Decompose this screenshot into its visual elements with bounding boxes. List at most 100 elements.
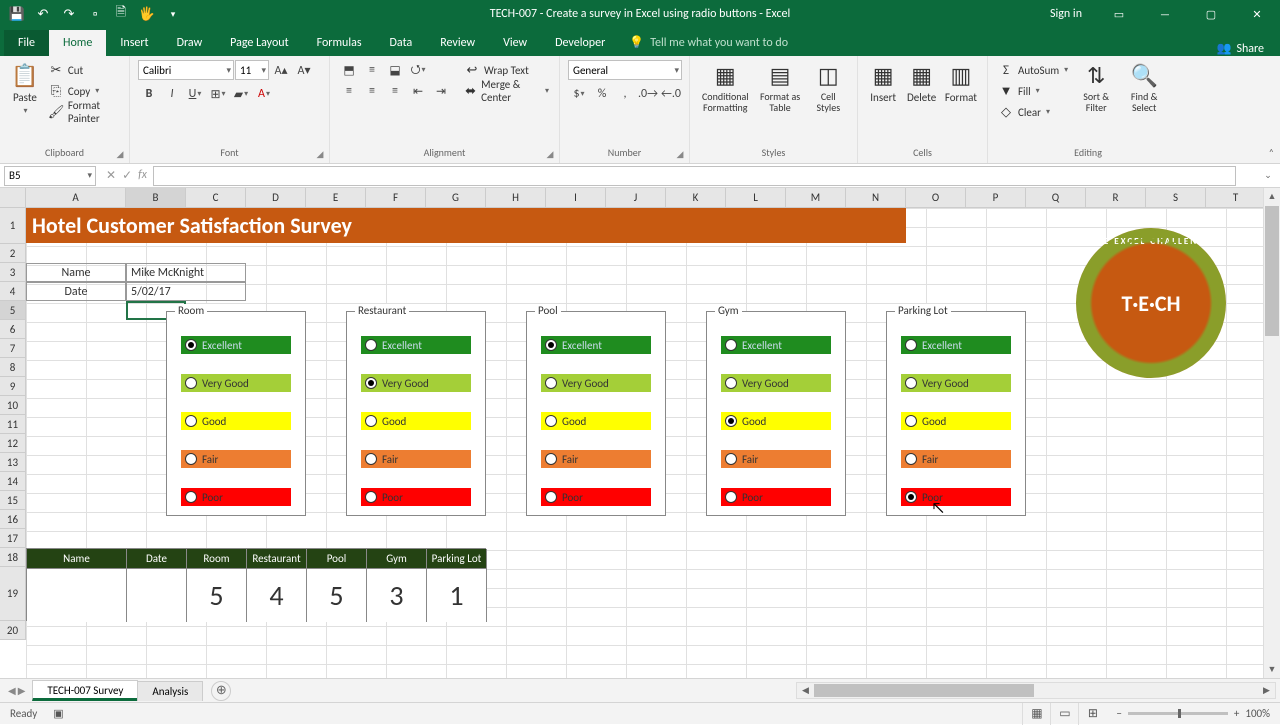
zoom-control[interactable]: − + 100% xyxy=(1106,707,1280,720)
results-value[interactable]: 3 xyxy=(367,568,427,622)
results-value[interactable]: 5 xyxy=(187,568,247,622)
worksheet-grid[interactable]: ABCDEFGHIJKLMNOPQRST 1234567891011121314… xyxy=(0,188,1280,678)
enter-formula-icon[interactable]: ✓ xyxy=(122,168,132,183)
row-header-9[interactable]: 9 xyxy=(0,377,26,396)
radio-fair[interactable]: Fair xyxy=(181,450,291,468)
vertical-scrollbar[interactable]: ▲ ▼ xyxy=(1263,188,1280,678)
scroll-right-icon[interactable]: ▶ xyxy=(1258,685,1275,696)
tab-view[interactable]: View xyxy=(489,30,541,56)
sheet-tab-analysis[interactable]: Analysis xyxy=(137,681,203,701)
find-select-button[interactable]: 🔍Find & Select xyxy=(1122,60,1166,115)
page-break-view-button[interactable]: ⊞ xyxy=(1078,703,1106,725)
column-header-P[interactable]: P xyxy=(966,188,1026,208)
radio-very-good[interactable]: Very Good xyxy=(361,374,471,392)
row-header-2[interactable]: 2 xyxy=(0,244,26,263)
underline-button[interactable]: U▾ xyxy=(184,84,206,104)
scroll-left-icon[interactable]: ◀ xyxy=(797,685,814,696)
horizontal-scrollbar[interactable]: ◀ ▶ xyxy=(796,682,1276,699)
conditional-formatting-button[interactable]: ▦Conditional Formatting xyxy=(698,60,753,115)
maximize-icon[interactable]: ▢ xyxy=(1188,0,1234,28)
radio-very-good[interactable]: Very Good xyxy=(721,374,831,392)
results-value[interactable]: 5 xyxy=(307,568,367,622)
percent-icon[interactable]: % xyxy=(591,84,613,104)
hscroll-thumb[interactable] xyxy=(814,684,1034,697)
paste-button[interactable]: 📋Paste▾ xyxy=(8,60,42,118)
file-icon[interactable]: 🗎 xyxy=(110,3,132,25)
column-header-T[interactable]: T xyxy=(1206,188,1266,208)
row-header-3[interactable]: 3 xyxy=(0,263,26,282)
currency-icon[interactable]: $▾ xyxy=(568,84,590,104)
column-header-B[interactable]: B xyxy=(126,188,186,208)
column-headers[interactable]: ABCDEFGHIJKLMNOPQRST xyxy=(26,188,1266,208)
radio-excellent[interactable]: Excellent xyxy=(181,336,291,354)
results-value[interactable]: 4 xyxy=(247,568,307,622)
align-left-icon[interactable]: ≡ xyxy=(338,81,360,101)
tab-developer[interactable]: Developer xyxy=(541,30,619,56)
select-all-triangle[interactable] xyxy=(0,188,26,208)
number-format-select[interactable]: General xyxy=(568,60,682,80)
row-header-11[interactable]: 11 xyxy=(0,415,26,434)
column-header-G[interactable]: G xyxy=(426,188,486,208)
radio-poor[interactable]: Poor xyxy=(721,488,831,506)
fill-color-button[interactable]: ▰▾ xyxy=(230,84,252,104)
name-box[interactable]: B5 xyxy=(4,166,96,186)
close-icon[interactable]: ✕ xyxy=(1234,0,1280,28)
format-table-button[interactable]: ▤Format as Table xyxy=(757,60,804,115)
copy-button[interactable]: ⎘Copy▾ xyxy=(46,81,121,101)
tab-draw[interactable]: Draw xyxy=(163,30,217,56)
radio-fair[interactable]: Fair xyxy=(901,450,1011,468)
radio-fair[interactable]: Fair xyxy=(541,450,651,468)
font-size-select[interactable]: 11 xyxy=(235,60,269,80)
ribbon-options-icon[interactable]: ▭ xyxy=(1096,0,1142,28)
scroll-up-icon[interactable]: ▲ xyxy=(1264,188,1280,205)
row-header-8[interactable]: 8 xyxy=(0,358,26,377)
radio-very-good[interactable]: Very Good xyxy=(901,374,1011,392)
page-layout-view-button[interactable]: ▭ xyxy=(1050,703,1078,725)
radio-fair[interactable]: Fair xyxy=(721,450,831,468)
font-launcher[interactable]: ◢ xyxy=(314,148,326,160)
undo-icon[interactable]: ↶ xyxy=(32,3,54,25)
qat-more-icon[interactable]: ▾ xyxy=(162,3,184,25)
sheet-nav[interactable]: ◀▶ xyxy=(0,684,33,697)
column-header-K[interactable]: K xyxy=(666,188,726,208)
shrink-font-icon[interactable]: A▾ xyxy=(293,60,315,80)
tab-home[interactable]: Home xyxy=(49,30,106,56)
radio-poor[interactable]: Poor xyxy=(181,488,291,506)
row-header-16[interactable]: 16 xyxy=(0,510,26,529)
minimize-icon[interactable]: — xyxy=(1142,0,1188,28)
radio-good[interactable]: Good xyxy=(181,412,291,430)
clipboard-launcher[interactable]: ◢ xyxy=(114,148,126,160)
macro-record-icon[interactable]: ▣ xyxy=(47,707,69,720)
column-header-C[interactable]: C xyxy=(186,188,246,208)
column-header-I[interactable]: I xyxy=(546,188,606,208)
row-header-13[interactable]: 13 xyxy=(0,453,26,472)
comma-icon[interactable]: , xyxy=(614,84,636,104)
zoom-in-icon[interactable]: + xyxy=(1234,707,1239,720)
row-header-7[interactable]: 7 xyxy=(0,339,26,358)
radio-fair[interactable]: Fair xyxy=(361,450,471,468)
tellme-search[interactable]: 💡Tell me what you want to do xyxy=(619,29,798,56)
cancel-formula-icon[interactable]: ✕ xyxy=(106,168,116,183)
wrap-text-button[interactable]: ↩Wrap Text xyxy=(462,60,551,80)
tab-formulas[interactable]: Formulas xyxy=(303,30,376,56)
merge-center-button[interactable]: ⬌Merge & Center▾ xyxy=(462,81,551,101)
radio-good[interactable]: Good xyxy=(901,412,1011,430)
scroll-thumb[interactable] xyxy=(1265,206,1279,336)
column-header-E[interactable]: E xyxy=(306,188,366,208)
grow-font-icon[interactable]: A▴ xyxy=(270,60,292,80)
radio-poor[interactable]: Poor xyxy=(901,488,1011,506)
radio-very-good[interactable]: Very Good xyxy=(541,374,651,392)
radio-poor[interactable]: Poor xyxy=(541,488,651,506)
results-value[interactable] xyxy=(27,568,127,622)
collapse-ribbon-icon[interactable]: ˄ xyxy=(1269,146,1274,159)
row-header-14[interactable]: 14 xyxy=(0,472,26,491)
expand-formula-bar-icon[interactable]: ⌄ xyxy=(1260,170,1276,181)
column-header-S[interactable]: S xyxy=(1146,188,1206,208)
align-center-icon[interactable]: ≡ xyxy=(361,81,383,101)
new-sheet-button[interactable]: ⊕ xyxy=(211,681,231,701)
column-header-H[interactable]: H xyxy=(486,188,546,208)
column-header-Q[interactable]: Q xyxy=(1026,188,1086,208)
share-button[interactable]: 👥Share xyxy=(1200,41,1280,56)
name-value-cell[interactable]: Mike McKnight xyxy=(126,263,246,282)
radio-excellent[interactable]: Excellent xyxy=(901,336,1011,354)
